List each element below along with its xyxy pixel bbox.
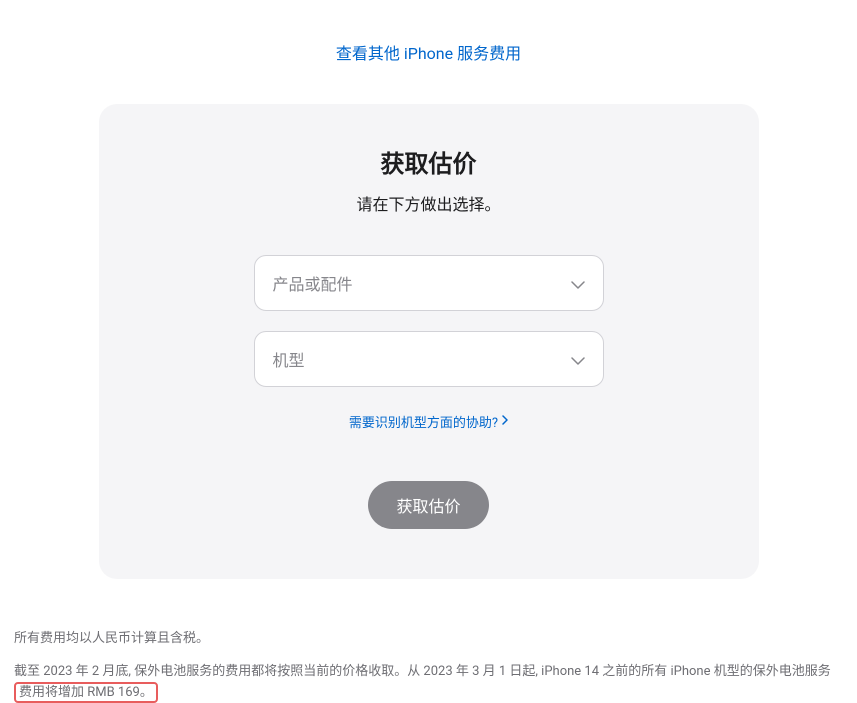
get-estimate-button[interactable]: 获取估价 <box>368 481 488 529</box>
price-highlight: 费用将增加 RMB 169。 <box>14 682 158 703</box>
card-subtitle: 请在下方做出选择。 <box>149 191 709 215</box>
chevron-down-icon <box>571 274 585 293</box>
card-title: 获取估价 <box>149 144 709 179</box>
product-select-label: 产品或配件 <box>273 271 353 295</box>
footer-line2: 截至 2023 年 2 月底, 保外电池服务的费用都将按照当前的价格收取。从 2… <box>14 662 843 703</box>
estimate-card: 获取估价 请在下方做出选择。 产品或配件 机型 需要识别机型方面的协助? <box>99 104 759 579</box>
chevron-down-icon <box>571 350 585 369</box>
model-select[interactable]: 机型 <box>254 331 604 387</box>
footer-line2-text1: 截至 2023 年 2 月底, 保外电池服务的费用都将按照当前的价格收取。从 2… <box>14 664 831 679</box>
model-select-label: 机型 <box>273 347 305 371</box>
footer-line1: 所有费用均以人民币计算且含税。 <box>14 629 843 650</box>
other-services-link[interactable]: 查看其他 iPhone 服务费用 <box>336 44 521 63</box>
product-select[interactable]: 产品或配件 <box>254 255 604 311</box>
model-help-link[interactable]: 需要识别机型方面的协助? <box>349 412 508 431</box>
chevron-right-icon <box>502 414 508 429</box>
help-link-text: 需要识别机型方面的协助? <box>349 412 498 431</box>
footer-notes: 所有费用均以人民币计算且含税。 截至 2023 年 2 月底, 保外电池服务的费… <box>0 599 857 703</box>
